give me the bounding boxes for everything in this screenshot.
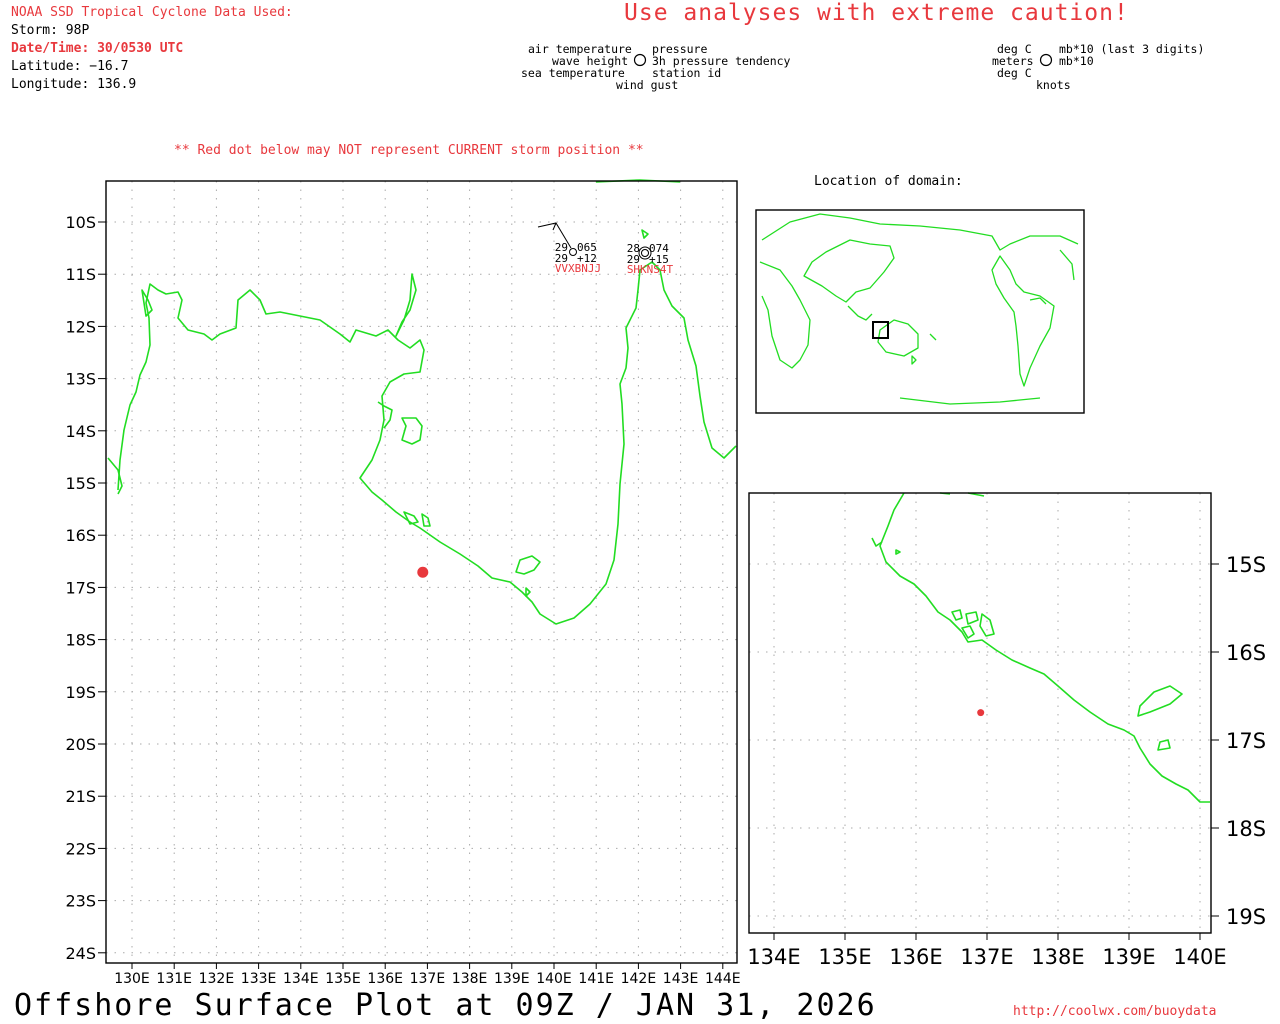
main-lat-label: 14S (65, 422, 96, 441)
world-coastline (759, 213, 1079, 405)
station-plot[interactable]: 28 07429 +15SHKNS4T (627, 242, 674, 276)
main-map: 29 06529 +12VVXBNJJ 28 07429 +15SHKNS4T 10S 11… (65, 179, 741, 987)
main-lon-label: 130E (114, 971, 150, 987)
main-lon-label: 132E (199, 971, 235, 987)
zoom-lat-label: 16S (1226, 641, 1266, 665)
zoom-lon-label: 139E (1102, 945, 1155, 969)
zoom-map: 15S 16S 17S 18S 19S 134E 135E 136E 137E 138E 139E… (747, 492, 1266, 969)
main-lat-label: 17S (65, 578, 96, 597)
main-lon-label: 143E (663, 971, 699, 987)
station-id: SHKNS4T (627, 263, 674, 276)
main-lat-label: 11S (65, 265, 96, 284)
main-lon-label: 131E (156, 971, 192, 987)
footer-url[interactable]: http://coolwx.com/buoydata (1013, 1004, 1217, 1019)
main-lat-label: 21S (65, 787, 96, 806)
main-lat-label: 22S (65, 839, 96, 858)
main-lat-label: 13S (65, 370, 96, 389)
footer-title: Offshore Surface Plot at 09Z / JAN 31, 2… (14, 988, 877, 1023)
main-lat-label: 15S (65, 474, 96, 493)
main-lon-label: 135E (325, 971, 361, 987)
station-plot[interactable]: 29 06529 +12VVXBNJJ (537, 222, 601, 275)
main-lat-label: 24S (65, 944, 96, 963)
station-marker (569, 248, 577, 256)
main-lon-label: 139E (494, 971, 530, 987)
zoom-lon-label: 140E (1173, 945, 1226, 969)
main-lon-label: 133E (241, 971, 277, 987)
station-id: VVXBNJJ (555, 262, 601, 275)
main-lon-label: 140E (536, 971, 572, 987)
main-map-coastline (107, 179, 737, 625)
zoom-map-coastline (871, 492, 1210, 803)
main-lon-label: 141E (578, 971, 614, 987)
main-lon-label: 136E (367, 971, 403, 987)
legend-station-icon (633, 53, 647, 67)
zoom-storm-position-dot[interactable] (977, 709, 985, 717)
storm-position-dot[interactable] (417, 566, 429, 578)
main-lon-label: 137E (410, 971, 446, 987)
zoom-lon-label: 136E (889, 945, 942, 969)
zoom-lat-label: 17S (1226, 729, 1266, 753)
main-lat-label: 23S (65, 892, 96, 911)
main-lat-label: 16S (65, 526, 96, 545)
legend-unit-station-icon (1039, 53, 1053, 67)
station-marker (641, 249, 649, 257)
main-lat-label: 12S (65, 317, 96, 336)
main-lat-label: 19S (65, 683, 96, 702)
main-lat-label: 10S (65, 213, 96, 232)
zoom-lon-label: 134E (747, 945, 800, 969)
zoom-lat-label: 18S (1226, 817, 1266, 841)
main-lat-label: 20S (65, 735, 96, 754)
zoom-lon-label: 138E (1031, 945, 1084, 969)
zoom-lon-label: 135E (818, 945, 871, 969)
main-lon-label: 138E (452, 971, 488, 987)
world-locator-map (755, 209, 1085, 414)
zoom-lat-label: 15S (1226, 553, 1266, 577)
main-lon-label: 142E (621, 971, 657, 987)
map-canvas: 29 06529 +12VVXBNJJ 28 07429 +15SHKNS4T 10S 11… (65, 53, 1266, 987)
zoom-lon-label: 137E (960, 945, 1013, 969)
main-lat-label: 18S (65, 631, 96, 650)
main-lon-label: 144E (705, 971, 741, 987)
zoom-lat-label: 19S (1226, 905, 1266, 929)
main-lon-label: 134E (283, 971, 319, 987)
